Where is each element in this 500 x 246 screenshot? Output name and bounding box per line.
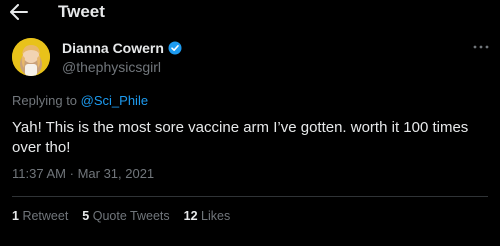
engagement-stats: 1 Retweet 5 Quote Tweets 12 Likes: [12, 209, 230, 223]
author-handle[interactable]: @thephysicsgirl: [62, 59, 161, 75]
arrow-left-icon: [10, 4, 28, 20]
tweet-page: Tweet Dianna Cowern @thephysicsgirl Repl…: [0, 0, 500, 246]
author-name-row: Dianna Cowern: [62, 40, 182, 56]
timestamp: 11:37 AM · Mar 31, 2021: [12, 166, 154, 181]
reply-mention-link[interactable]: @Sci_Phile: [81, 93, 148, 108]
tweet-text: Yah! This is the most sore vaccine arm I…: [12, 119, 469, 156]
quote-tweets-label: Quote Tweets: [92, 209, 170, 223]
timestamp-separator: ·: [69, 166, 74, 181]
more-options-button[interactable]: [470, 40, 492, 54]
replying-prefix: Replying to: [12, 93, 78, 108]
retweets-count: 1: [12, 209, 19, 223]
retweets-label: Retweet: [22, 209, 69, 223]
replying-to: Replying to @Sci_Phile: [12, 93, 148, 108]
likes-count: 12: [183, 209, 198, 223]
top-bar: Tweet: [0, 0, 500, 26]
divider: [12, 196, 488, 197]
quote-tweets-count: 5: [82, 209, 90, 223]
tweet-date[interactable]: Mar 31, 2021: [78, 166, 155, 181]
more-horizontal-icon: [473, 45, 489, 49]
author-name[interactable]: Dianna Cowern: [62, 40, 164, 56]
verified-badge-icon: [168, 41, 182, 55]
back-button[interactable]: [6, 0, 32, 24]
likes-label: Likes: [201, 209, 231, 223]
likes-stat[interactable]: 12 Likes: [184, 209, 231, 223]
quote-tweets-stat[interactable]: 5 Quote Tweets: [82, 209, 169, 223]
avatar[interactable]: [12, 38, 50, 76]
retweets-stat[interactable]: 1 Retweet: [12, 209, 68, 223]
page-title: Tweet: [58, 2, 105, 21]
avatar-image: [12, 38, 50, 76]
tweet-time[interactable]: 11:37 AM: [12, 166, 66, 181]
